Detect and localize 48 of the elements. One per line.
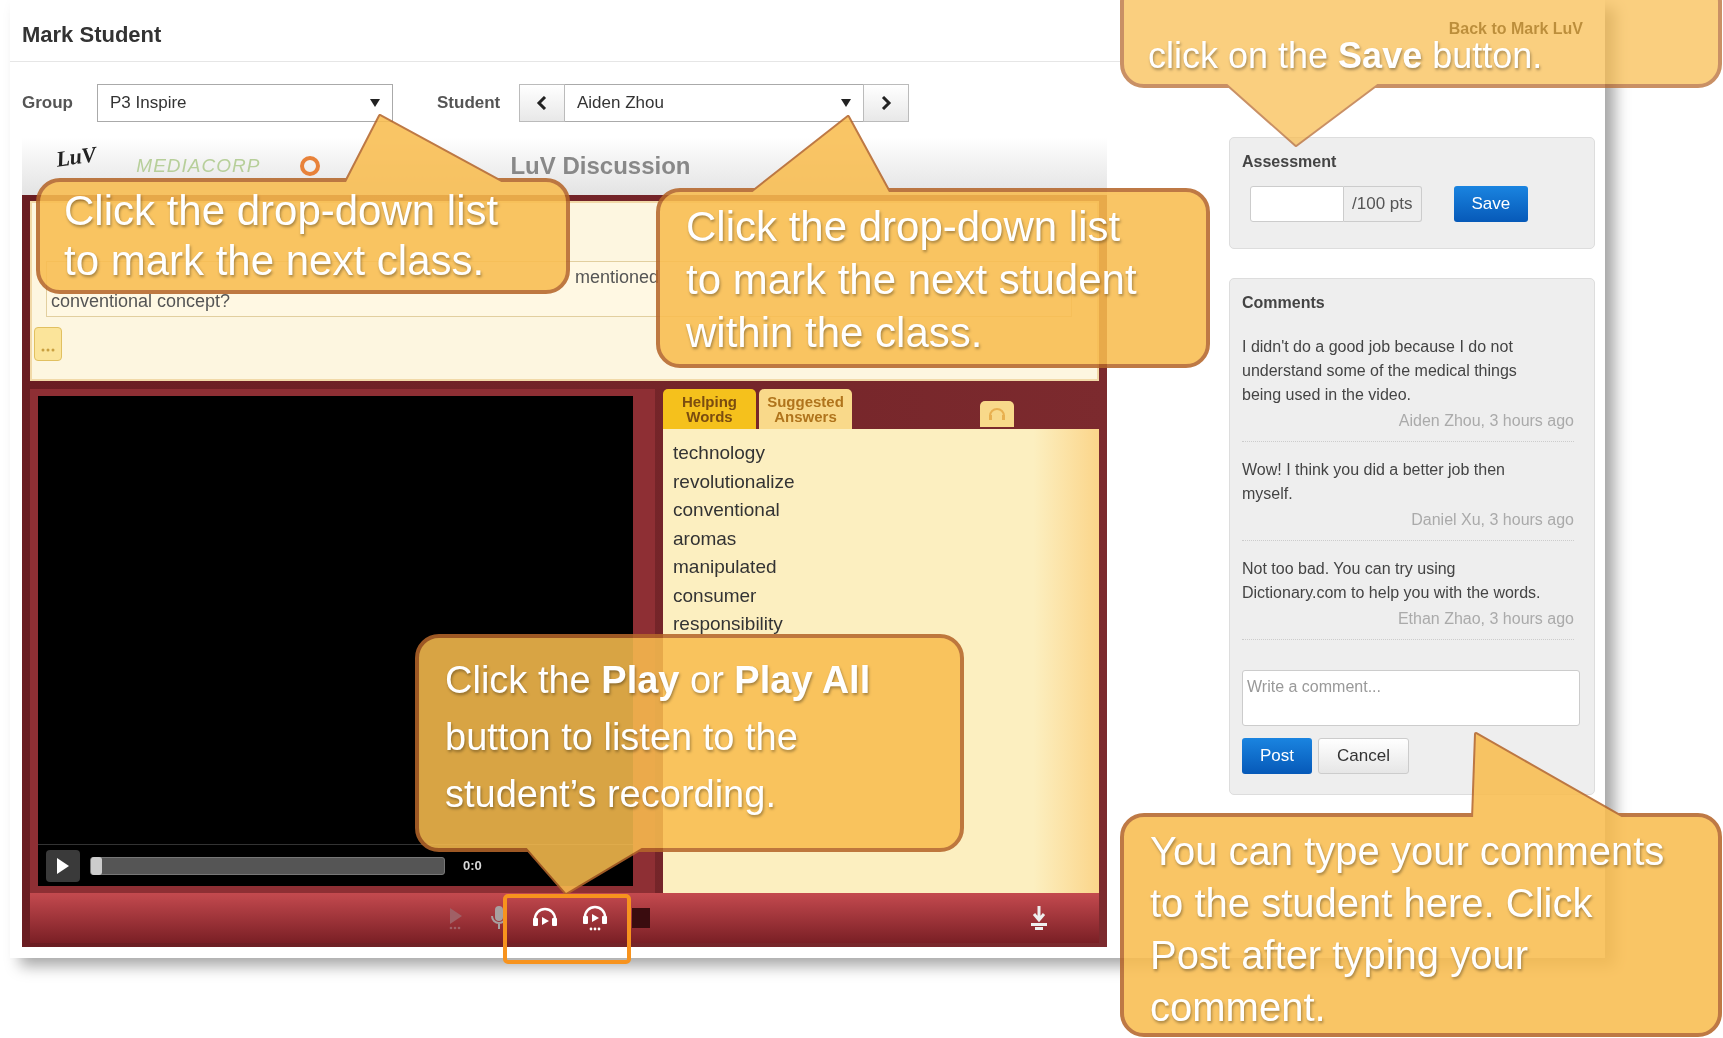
seek-thumb[interactable] [91, 856, 102, 875]
save-button[interactable]: Save [1453, 186, 1529, 222]
headphones-play-all-icon[interactable] [582, 905, 608, 931]
prompt-text: conventional concept? [51, 291, 231, 311]
logo-text: LuV [54, 141, 98, 173]
caret-icon [370, 99, 380, 107]
previous-button[interactable] [519, 84, 565, 122]
cancel-button[interactable]: Cancel [1318, 738, 1409, 774]
comment-author: Ethan Zhao, 3 hours ago [1396, 609, 1574, 629]
helping-word: consumer [673, 583, 758, 608]
chevron-left-icon [536, 96, 548, 110]
helping-word: technology [673, 441, 766, 465]
play-icon [56, 856, 70, 875]
student-dropdown[interactable]: Aiden Zhou [565, 84, 863, 122]
time-display: 0:0 [463, 856, 482, 875]
download-icon[interactable] [1029, 905, 1049, 931]
record-indicator-icon [632, 907, 650, 929]
helping-word: responsibility [673, 612, 784, 636]
seek-bar[interactable] [90, 856, 445, 875]
page-title: Mark Student [22, 22, 162, 47]
helping-word: manipulated [673, 555, 778, 579]
next-button[interactable] [863, 84, 909, 122]
comment-author: Daniel Xu, 3 hours ago [1410, 510, 1574, 530]
comment-author: Aiden Zhou, 3 hours ago [1397, 411, 1574, 431]
headphones-icon [988, 408, 1006, 420]
brand-text: MEDIACORP [136, 155, 261, 177]
group-dropdown[interactable]: P3 Inspire [97, 84, 393, 122]
circle-icon [300, 156, 321, 176]
panel-title: Assessment [1242, 152, 1338, 172]
comment-field[interactable]: Write a comment... [1242, 670, 1580, 726]
comment-text: Wow! I think you did a better job then myself. [1242, 460, 1506, 504]
helping-word: revolutionalize [673, 469, 796, 494]
comment-text: Not too bad. You can try using Dictionary.com to help you with the words. [1242, 559, 1542, 603]
play-button[interactable] [46, 849, 80, 882]
field-label: Group [22, 92, 74, 114]
caret-icon [841, 99, 851, 107]
helping-word: aromas [673, 526, 738, 551]
panel-title: Comments [1242, 293, 1326, 313]
lesson-title: LuV Discussion [510, 151, 691, 181]
headphones-play-icon[interactable] [532, 907, 558, 929]
post-button[interactable]: Post [1242, 738, 1313, 774]
words-tab[interactable]: Suggested Answers [759, 389, 852, 429]
field-label: Student [437, 92, 502, 114]
helping-word: conventional [673, 498, 781, 522]
comment-text: I didn't do a good job because I do not understand some of the medical things being used in the video. [1242, 337, 1518, 405]
words-tab[interactable]: Helping Words [663, 389, 756, 429]
chevron-right-icon [880, 96, 892, 110]
dots-icon [41, 348, 55, 352]
